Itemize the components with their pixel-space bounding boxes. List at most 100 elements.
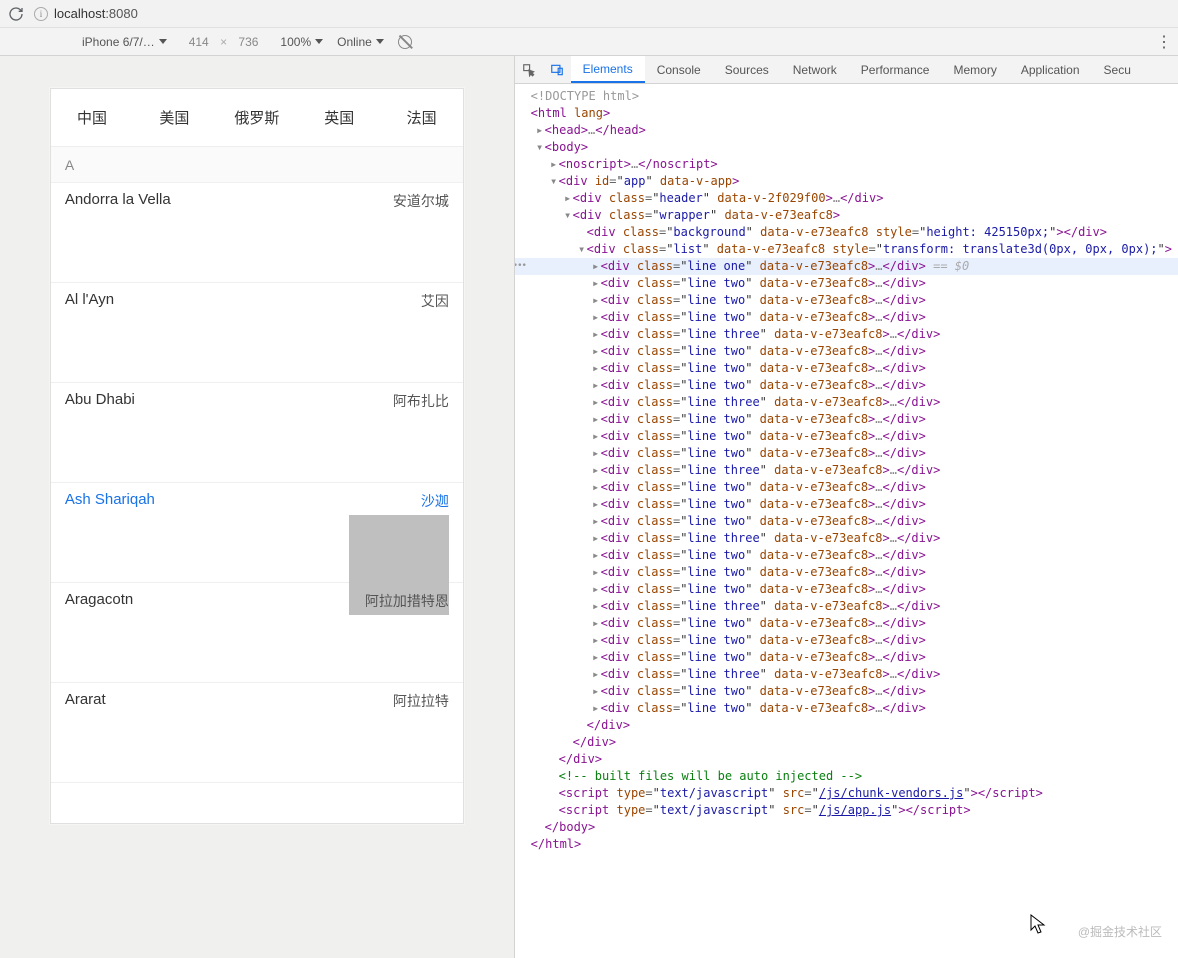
dom-node[interactable]: <!DOCTYPE html>	[515, 88, 1178, 105]
dom-node[interactable]: ▸<div class="line two" data-v-e73eafc8>……	[515, 428, 1178, 445]
dom-node[interactable]: <html lang>	[515, 105, 1178, 122]
dom-node[interactable]: ▸<div class="line two" data-v-e73eafc8>……	[515, 615, 1178, 632]
dom-node[interactable]: ▸<div class="line two" data-v-e73eafc8>……	[515, 360, 1178, 377]
section-header: A	[51, 147, 463, 183]
dom-node[interactable]: ▸<div class="line two" data-v-e73eafc8>……	[515, 581, 1178, 598]
dom-tree[interactable]: <!DOCTYPE html><html lang>▸<head>…</head…	[515, 84, 1178, 958]
dimension-x: ×	[220, 35, 227, 49]
dom-node[interactable]: ▸<div class="line three" data-v-e73eafc8…	[515, 666, 1178, 683]
city-row[interactable]: Al l'Ayn艾因	[51, 283, 463, 383]
city-row[interactable]: Andorra la Vella安道尔城	[51, 183, 463, 283]
site-info-icon[interactable]: i	[34, 7, 48, 21]
viewport-height-input[interactable]	[230, 34, 266, 50]
device-frame: 中国美国俄罗斯英国法国 A Andorra la Vella安道尔城Al l'A…	[50, 88, 464, 824]
devtools-tab[interactable]: Secu	[1092, 56, 1143, 83]
dom-node[interactable]: <script type="text/javascript" src="/js/…	[515, 785, 1178, 802]
devtools-tabbar: ElementsConsoleSourcesNetworkPerformance…	[515, 56, 1178, 84]
throttle-select[interactable]: Online	[337, 35, 384, 49]
rotate-icon[interactable]	[398, 35, 412, 49]
dom-node[interactable]: ▾<div class="list" data-v-e73eafc8 style…	[515, 241, 1178, 258]
city-name-cn: 阿布扎比	[393, 391, 449, 411]
devtools-pane: ElementsConsoleSourcesNetworkPerformance…	[514, 56, 1178, 958]
chevron-down-icon	[159, 39, 167, 44]
devtools-tab[interactable]: Console	[645, 56, 713, 83]
devtools-tab[interactable]: Elements	[571, 56, 645, 83]
dom-node[interactable]: ▸<div class="line two" data-v-e73eafc8>……	[515, 377, 1178, 394]
dom-node[interactable]: ▸<div class="line two" data-v-e73eafc8>……	[515, 700, 1178, 717]
dom-node[interactable]: ▸<div class="line two" data-v-e73eafc8>……	[515, 513, 1178, 530]
viewport-width-input[interactable]	[181, 34, 217, 50]
dom-node[interactable]: </div>	[515, 717, 1178, 734]
dom-node[interactable]: ▸<div class="line two" data-v-e73eafc8>……	[515, 343, 1178, 360]
dom-node[interactable]: </body>	[515, 819, 1178, 836]
dom-node[interactable]: ▸<div class="line two" data-v-e73eafc8>……	[515, 547, 1178, 564]
devtools-tab[interactable]: Network	[781, 56, 849, 83]
devtools-tab[interactable]: Memory	[941, 56, 1008, 83]
dom-node[interactable]: ▸<div class="line two" data-v-e73eafc8>……	[515, 479, 1178, 496]
dom-node[interactable]: ▸<div class="line three" data-v-e73eafc8…	[515, 394, 1178, 411]
dom-node[interactable]: ▸<div class="line two" data-v-e73eafc8>……	[515, 309, 1178, 326]
dom-node[interactable]: ▸<div class="line two" data-v-e73eafc8>……	[515, 411, 1178, 428]
city-name-en: Ash Shariqah	[65, 491, 449, 508]
city-name-cn: 沙迦	[421, 491, 449, 511]
dom-node[interactable]: <!-- built files will be auto injected -…	[515, 768, 1178, 785]
url-text: localhost:8080	[54, 6, 138, 21]
dom-node[interactable]: ▾<div id="app" data-v-app>	[515, 173, 1178, 190]
country-tab[interactable]: 俄罗斯	[216, 89, 298, 146]
dom-node[interactable]: ▸<div class="line two" data-v-e73eafc8>……	[515, 275, 1178, 292]
device-select[interactable]: iPhone 6/7/…	[82, 35, 167, 49]
inspect-icon[interactable]	[515, 63, 543, 77]
city-name-cn: 艾因	[421, 291, 449, 311]
viewport-dimensions: ×	[181, 34, 267, 50]
dom-node[interactable]: ▸<div class="line two" data-v-e73eafc8>……	[515, 445, 1178, 462]
country-tab[interactable]: 法国	[380, 89, 462, 146]
city-name-cn: 阿拉加措特恩	[365, 591, 449, 611]
url-box[interactable]: i localhost:8080	[34, 6, 138, 21]
device-preview-pane: 中国美国俄罗斯英国法国 A Andorra la Vella安道尔城Al l'A…	[0, 56, 514, 958]
dom-node[interactable]: <script type="text/javascript" src="/js/…	[515, 802, 1178, 819]
devtools-tab[interactable]: Performance	[849, 56, 942, 83]
dom-node[interactable]: ▸<head>…</head>	[515, 122, 1178, 139]
devtools-tab[interactable]: Sources	[713, 56, 781, 83]
devtools-tab[interactable]: Application	[1009, 56, 1092, 83]
dom-node[interactable]: ▾<div class="wrapper" data-v-e73eafc8>	[515, 207, 1178, 224]
dom-node[interactable]: </html>	[515, 836, 1178, 853]
dom-node[interactable]: ▸<div class="line two" data-v-e73eafc8>……	[515, 292, 1178, 309]
city-name-en: Andorra la Vella	[65, 191, 449, 208]
toggle-device-icon[interactable]	[543, 63, 571, 77]
country-tab[interactable]: 美国	[133, 89, 215, 146]
city-row[interactable]: Abu Dhabi阿布扎比	[51, 383, 463, 483]
city-name-en: Ararat	[65, 691, 449, 708]
dom-node[interactable]: ▸<div class="line three" data-v-e73eafc8…	[515, 530, 1178, 547]
city-name-cn: 阿拉拉特	[393, 691, 449, 711]
dom-node[interactable]: ▸<div class="line two" data-v-e73eafc8>……	[515, 496, 1178, 513]
dom-node[interactable]: ▸<div class="line two" data-v-e73eafc8>……	[515, 649, 1178, 666]
dom-node[interactable]: <div class="background" data-v-e73eafc8 …	[515, 224, 1178, 241]
city-list[interactable]: Andorra la Vella安道尔城Al l'Ayn艾因Abu Dhabi阿…	[51, 183, 463, 783]
dom-node[interactable]: ▸<div class="line two" data-v-e73eafc8>……	[515, 632, 1178, 649]
country-tabs: 中国美国俄罗斯英国法国	[51, 89, 463, 147]
dom-node[interactable]: ▸<div class="line two" data-v-e73eafc8>……	[515, 683, 1178, 700]
city-row[interactable]: Ash Shariqah沙迦	[51, 483, 463, 583]
city-name-cn: 安道尔城	[393, 191, 449, 211]
dom-node[interactable]: </div>	[515, 734, 1178, 751]
dom-node[interactable]: ▸<noscript>…</noscript>	[515, 156, 1178, 173]
kebab-menu-icon[interactable]: ⋮	[1156, 32, 1172, 52]
dom-node[interactable]: ▸<div class="line two" data-v-e73eafc8>……	[515, 564, 1178, 581]
dom-node[interactable]: ▸<div class="line three" data-v-e73eafc8…	[515, 462, 1178, 479]
dom-node[interactable]: ▾<body>	[515, 139, 1178, 156]
country-tab[interactable]: 中国	[51, 89, 133, 146]
city-row[interactable]: Ararat阿拉拉特	[51, 683, 463, 783]
reload-icon[interactable]	[8, 6, 24, 22]
zoom-select[interactable]: 100%	[280, 35, 323, 49]
browser-address-bar: i localhost:8080	[0, 0, 1178, 28]
device-toolbar: iPhone 6/7/… × 100% Online ⋮	[0, 28, 1178, 56]
dom-node[interactable]: ▸<div class="line three" data-v-e73eafc8…	[515, 326, 1178, 343]
dom-node[interactable]: ▸<div class="line one" data-v-e73eafc8>……	[515, 258, 1178, 275]
city-row[interactable]: Aragacotn阿拉加措特恩	[51, 583, 463, 683]
city-name-en: Abu Dhabi	[65, 391, 449, 408]
dom-node[interactable]: </div>	[515, 751, 1178, 768]
dom-node[interactable]: ▸<div class="line three" data-v-e73eafc8…	[515, 598, 1178, 615]
country-tab[interactable]: 英国	[298, 89, 380, 146]
dom-node[interactable]: ▸<div class="header" data-v-2f029f00>…</…	[515, 190, 1178, 207]
